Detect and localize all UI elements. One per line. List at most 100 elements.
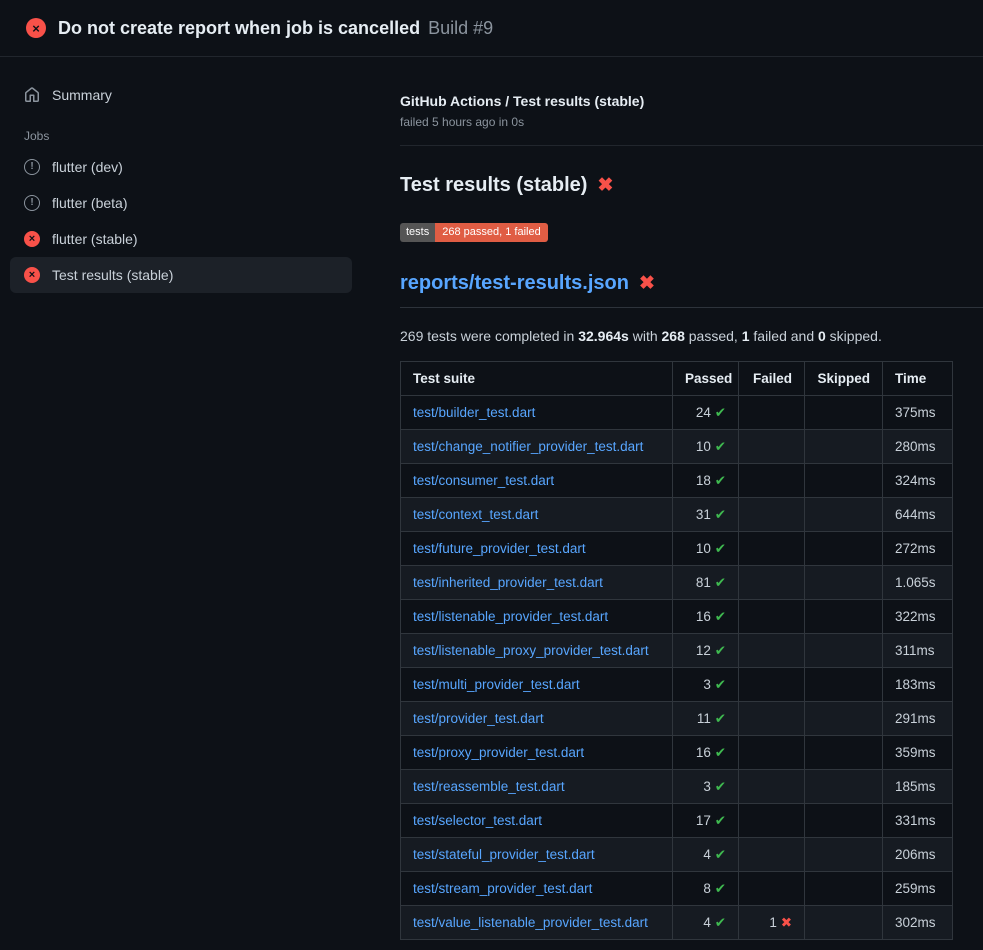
- suite-cell: test/builder_test.dart: [401, 396, 673, 430]
- home-icon: [24, 87, 40, 103]
- check-icon: ✔: [715, 507, 726, 522]
- test-suite-link[interactable]: test/selector_test.dart: [413, 813, 542, 828]
- test-suite-link[interactable]: test/stateful_provider_test.dart: [413, 847, 595, 862]
- divider: [400, 145, 983, 146]
- suite-cell: test/inherited_provider_test.dart: [401, 566, 673, 600]
- test-suite-link[interactable]: test/value_listenable_provider_test.dart: [413, 915, 648, 930]
- suite-cell: test/provider_test.dart: [401, 702, 673, 736]
- failed-cell: 1 ✖: [739, 906, 805, 940]
- time-cell: 359ms: [883, 736, 953, 770]
- sidebar-item-label: flutter (beta): [52, 195, 127, 211]
- test-suite-link[interactable]: test/listenable_proxy_provider_test.dart: [413, 643, 649, 658]
- failed-cell: [739, 872, 805, 906]
- time-cell: 185ms: [883, 770, 953, 804]
- suite-cell: test/value_listenable_provider_test.dart: [401, 906, 673, 940]
- section-title-text: Test results (stable): [400, 174, 587, 197]
- skipped-cell: [805, 906, 883, 940]
- test-suite-link[interactable]: test/reassemble_test.dart: [413, 779, 565, 794]
- skipped-cell: [805, 872, 883, 906]
- sidebar-item-flutter-beta[interactable]: ! flutter (beta): [10, 185, 352, 221]
- x-icon: ✖: [781, 915, 792, 930]
- table-row: test/consumer_test.dart 18 ✔ 324ms: [401, 464, 953, 498]
- sidebar-item-test-results-stable[interactable]: × Test results (stable): [10, 257, 352, 293]
- summary-text: failed and: [750, 328, 819, 344]
- check-icon: ✔: [715, 847, 726, 862]
- test-suite-link[interactable]: test/provider_test.dart: [413, 711, 544, 726]
- test-suite-link[interactable]: test/stream_provider_test.dart: [413, 881, 592, 896]
- sidebar-item-label: flutter (dev): [52, 159, 123, 175]
- failed-cell: [739, 702, 805, 736]
- check-icon: ✔: [715, 609, 726, 624]
- table-row: test/context_test.dart31 ✔644ms: [401, 498, 953, 532]
- test-suite-link[interactable]: test/inherited_provider_test.dart: [413, 575, 603, 590]
- check-icon: ✔: [715, 881, 726, 896]
- check-icon: ✔: [715, 745, 726, 760]
- skipped-cell: [805, 532, 883, 566]
- header-skipped: Skipped: [805, 362, 883, 396]
- sidebar-item-label: Test results (stable): [52, 267, 173, 283]
- summary-text: 269 tests were completed in: [400, 328, 578, 344]
- test-suite-link[interactable]: test/consumer_test.dart: [413, 473, 554, 488]
- time-cell: 324ms: [883, 464, 953, 498]
- failed-cell: [739, 600, 805, 634]
- check-icon: ✔: [715, 711, 726, 726]
- suite-cell: test/stateful_provider_test.dart: [401, 838, 673, 872]
- suite-cell: test/proxy_provider_test.dart: [401, 736, 673, 770]
- suite-cell: test/listenable_proxy_provider_test.dart: [401, 634, 673, 668]
- table-row: test/multi_provider_test.dart3 ✔183ms: [401, 668, 953, 702]
- test-suite-link[interactable]: test/future_provider_test.dart: [413, 541, 586, 556]
- check-icon: ✔: [715, 779, 726, 794]
- check-icon: ✔: [715, 915, 726, 930]
- skipped-cell: [805, 634, 883, 668]
- test-suite-link[interactable]: test/multi_provider_test.dart: [413, 677, 580, 692]
- passed-cell: 18 ✔: [673, 464, 739, 498]
- passed-cell: 17 ✔: [673, 804, 739, 838]
- skipped-cell: [805, 430, 883, 464]
- suite-cell: test/consumer_test.dart: [401, 464, 673, 498]
- failed-cell: [739, 566, 805, 600]
- passed-cell: 16 ✔: [673, 736, 739, 770]
- passed-cell: 31 ✔: [673, 498, 739, 532]
- passed-cell: 24 ✔: [673, 396, 739, 430]
- passed-cell: 3 ✔: [673, 668, 739, 702]
- neutral-status-icon: !: [24, 159, 40, 175]
- jobs-section-label: Jobs: [10, 113, 352, 149]
- check-icon: ✔: [715, 677, 726, 692]
- test-suite-link[interactable]: test/change_notifier_provider_test.dart: [413, 439, 643, 454]
- check-header: × Do not create report when job is cance…: [0, 0, 983, 57]
- test-suite-link[interactable]: test/listenable_provider_test.dart: [413, 609, 608, 624]
- failed-cell: [739, 464, 805, 498]
- skipped-cell: [805, 702, 883, 736]
- sidebar-item-flutter-stable[interactable]: × flutter (stable): [10, 221, 352, 257]
- suite-cell: test/change_notifier_provider_test.dart: [401, 430, 673, 464]
- failed-cell: [739, 430, 805, 464]
- test-summary-line: 269 tests were completed in 32.964s with…: [400, 328, 983, 344]
- summary-duration: 32.964s: [578, 328, 629, 344]
- passed-cell: 81 ✔: [673, 566, 739, 600]
- failed-cell: [739, 532, 805, 566]
- table-header-row: Test suite Passed Failed Skipped Time: [401, 362, 953, 396]
- failed-cell: [739, 634, 805, 668]
- main-content: GitHub Actions / Test results (stable) f…: [400, 57, 983, 940]
- report-file-link[interactable]: reports/test-results.json: [400, 272, 629, 295]
- test-suite-link[interactable]: test/proxy_provider_test.dart: [413, 745, 584, 760]
- table-row: test/stateful_provider_test.dart4 ✔206ms: [401, 838, 953, 872]
- time-cell: 322ms: [883, 600, 953, 634]
- tests-badge: tests 268 passed, 1 failed: [400, 223, 548, 242]
- check-icon: ✔: [715, 439, 726, 454]
- suite-cell: test/listenable_provider_test.dart: [401, 600, 673, 634]
- skipped-cell: [805, 736, 883, 770]
- sidebar-item-summary[interactable]: Summary: [10, 77, 352, 113]
- sidebar-item-flutter-dev[interactable]: ! flutter (dev): [10, 149, 352, 185]
- cross-mark-icon: ✖: [597, 174, 613, 197]
- passed-cell: 8 ✔: [673, 872, 739, 906]
- table-row: test/stream_provider_test.dart8 ✔259ms: [401, 872, 953, 906]
- run-meta: failed 5 hours ago in 0s: [400, 115, 983, 129]
- header-time: Time: [883, 362, 953, 396]
- test-suite-link[interactable]: test/builder_test.dart: [413, 405, 535, 420]
- passed-cell: 10 ✔: [673, 532, 739, 566]
- test-suite-link[interactable]: test/context_test.dart: [413, 507, 538, 522]
- header-failed: Failed: [739, 362, 805, 396]
- passed-cell: 4 ✔: [673, 838, 739, 872]
- header-test-suite: Test suite: [401, 362, 673, 396]
